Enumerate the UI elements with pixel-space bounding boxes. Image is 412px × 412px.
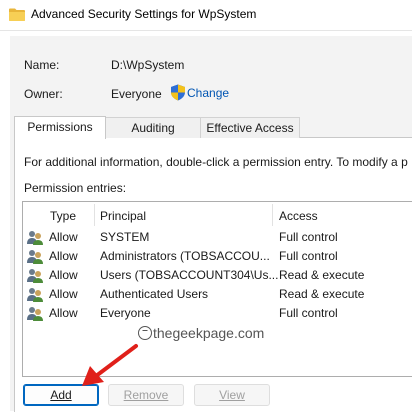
watermark-logo-icon	[138, 326, 152, 340]
entry-type: Allow	[49, 287, 78, 301]
table-row[interactable]: Allow SYSTEM Full control	[23, 228, 412, 247]
entry-principal: Administrators (TOBSACCOU...	[100, 249, 270, 263]
watermark: thegeekpage.com	[138, 325, 264, 341]
view-button-label: View	[219, 388, 245, 402]
users-icon	[27, 269, 43, 283]
change-owner-link[interactable]: Change	[187, 86, 229, 100]
title-bar: Advanced Security Settings for WpSystem	[0, 0, 412, 31]
remove-button-label: Remove	[123, 388, 169, 402]
entry-access: Full control	[279, 249, 338, 263]
entry-access: Read & execute	[279, 268, 365, 282]
table-row[interactable]: Allow Everyone Full control	[23, 304, 412, 323]
entry-access: Full control	[279, 306, 338, 320]
users-icon	[27, 250, 43, 264]
column-divider[interactable]	[94, 204, 95, 226]
info-text: For additional information, double-click…	[24, 155, 408, 169]
name-label: Name:	[24, 58, 60, 72]
entry-principal: Users (TOBSACCOUNT304\Us...	[100, 268, 279, 282]
table-row[interactable]: Allow Users (TOBSACCOUNT304\Us... Read &…	[23, 266, 412, 285]
entry-principal: Authenticated Users	[100, 287, 209, 301]
entry-type: Allow	[49, 249, 78, 263]
uac-shield-icon	[171, 84, 185, 101]
tab-permissions[interactable]: Permissions	[14, 116, 106, 139]
entry-type: Allow	[49, 268, 78, 282]
name-value: D:\WpSystem	[111, 58, 185, 72]
owner-label: Owner:	[24, 87, 63, 101]
table-row[interactable]: Allow Administrators (TOBSACCOU... Full …	[23, 247, 412, 266]
entry-access: Read & execute	[279, 287, 365, 301]
view-button[interactable]: View	[194, 384, 270, 406]
annotation-arrow-icon	[82, 344, 138, 386]
users-icon	[27, 307, 43, 321]
column-header-principal[interactable]: Principal	[100, 209, 146, 223]
column-divider[interactable]	[272, 204, 273, 226]
column-header-access[interactable]: Access	[279, 209, 318, 223]
folder-icon	[9, 8, 25, 21]
users-icon	[27, 231, 43, 245]
entry-principal: Everyone	[100, 306, 151, 320]
owner-value: Everyone	[111, 87, 162, 101]
column-header-type[interactable]: Type	[50, 209, 76, 223]
tab-effective-access[interactable]: Effective Access	[200, 117, 300, 138]
users-icon	[27, 288, 43, 302]
entry-principal: SYSTEM	[100, 230, 150, 244]
entry-type: Allow	[49, 230, 78, 244]
tab-auditing[interactable]: Auditing	[104, 117, 202, 138]
entry-access: Full control	[279, 230, 338, 244]
window-title: Advanced Security Settings for WpSystem	[31, 7, 257, 21]
add-button-label: Add	[50, 388, 72, 402]
table-row[interactable]: Allow Authenticated Users Read & execute	[23, 285, 412, 304]
watermark-text: thegeekpage.com	[153, 325, 265, 341]
permission-entries-label: Permission entries:	[24, 181, 127, 195]
entry-type: Allow	[49, 306, 78, 320]
